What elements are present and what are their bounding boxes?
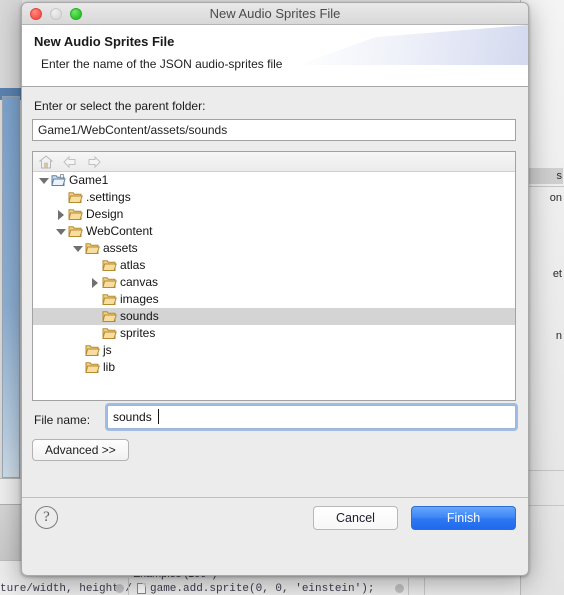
wizard-banner-graphic [298,25,528,65]
tree-node-js[interactable]: js [33,342,515,359]
advanced-button[interactable]: Advanced >> [32,439,129,461]
document-icon [137,583,146,594]
folder-icon [102,327,117,340]
tree-node-label: assets [103,241,138,255]
wizard-heading: New Audio Sprites File [34,34,175,49]
chevron-right-icon[interactable] [56,210,65,220]
backdrop-text-fragment: on [549,192,562,204]
tree-node-sounds[interactable]: sounds [33,308,515,325]
folder-tree-panel[interactable]: Game1 .settings Design WebContent assets atla… [32,151,516,401]
backdrop-text-fragment: n [555,330,562,342]
backdrop-text-fragment: s [556,170,563,182]
chevron-down-icon[interactable] [56,227,66,236]
parent-folder-label: Enter or select the parent folder: [34,99,206,113]
back-arrow-icon[interactable] [62,154,78,170]
tree-toolbar [33,152,515,172]
parent-folder-input[interactable] [32,119,516,141]
tree-node-label: canvas [120,275,159,289]
backdrop-left-panel-a [0,478,22,504]
tree-node-label: sounds [120,309,159,323]
dialog-titlebar[interactable]: New Audio Sprites File [22,3,528,25]
folder-icon [68,225,83,238]
help-button[interactable]: ? [35,506,58,529]
file-name-field-wrapper [107,405,516,429]
finish-button[interactable]: Finish [411,506,516,530]
file-name-input[interactable] [107,405,516,429]
chevron-down-icon[interactable] [39,176,49,185]
tree-node-game1[interactable]: Game1 [33,172,515,189]
backdrop-divider [424,578,425,595]
chevron-right-icon[interactable] [90,278,99,288]
chevron-down-icon[interactable] [73,244,83,253]
folder-icon [102,310,117,323]
tree-node-label: Game1 [69,173,109,187]
window-title: New Audio Sprites File [209,6,341,21]
folder-icon [102,259,117,272]
tree-node-atlas[interactable]: atlas [33,257,515,274]
tree-node-label: WebContent [86,224,153,238]
folder-icon [85,242,100,255]
backdrop-left-panel-b [0,504,22,560]
folder-icon [85,361,100,374]
tree-node-assets[interactable]: assets [33,240,515,257]
tree-node-settings[interactable]: .settings [33,189,515,206]
bullet-dot-icon [395,584,404,593]
backdrop-code-snippet: game.add.sprite(0, 0, 'einstein'); [150,583,375,595]
forward-arrow-icon[interactable] [86,154,102,170]
tree-node-sprites[interactable]: sprites [33,325,515,342]
tree-node-canvas[interactable]: canvas [33,274,515,291]
tree-node-label: lib [103,360,116,374]
tree-node-label: sprites [120,326,156,340]
backdrop-editor-panel [2,96,20,478]
home-icon[interactable] [38,154,54,170]
tree-node-label: Design [86,207,124,221]
tree-node-label: js [103,343,112,357]
backdrop-divider [408,578,409,595]
tree-node-design[interactable]: Design [33,206,515,223]
bullet-dot-icon [115,584,124,593]
tree-node-images[interactable]: images [33,291,515,308]
file-name-label: File name: [34,413,91,427]
tree-node-label: atlas [120,258,146,272]
tree-node-webcontent[interactable]: WebContent [33,223,515,240]
folder-icon [68,208,83,221]
wizard-body: Enter or select the parent folder: Game1… [22,87,528,537]
text-caret [158,409,159,424]
tree-node-label: images [120,292,159,306]
folder-icon [85,344,100,357]
folder-icon [102,276,117,289]
dialog-footer: ? Cancel Finish [22,497,528,537]
wizard-description: Enter the name of the JSON audio-sprites… [41,57,283,71]
cancel-button[interactable]: Cancel [313,506,398,530]
wizard-header: New Audio Sprites File Enter the name of… [22,25,528,87]
new-audio-sprites-file-dialog: New Audio Sprites File New Audio Sprites… [21,2,529,576]
backdrop-text-fragment: et [552,268,562,280]
tree-node-lib[interactable]: lib [33,359,515,376]
backdrop-code-snippet-left: ture/width, height / [0,583,133,595]
project-folder-icon [51,174,66,187]
tree-node-label: .settings [86,190,131,204]
backdrop-divider [128,578,129,595]
folder-icon [68,191,83,204]
folder-icon [102,293,117,306]
tree-node-list: Game1 .settings Design WebContent assets atla… [33,172,515,376]
